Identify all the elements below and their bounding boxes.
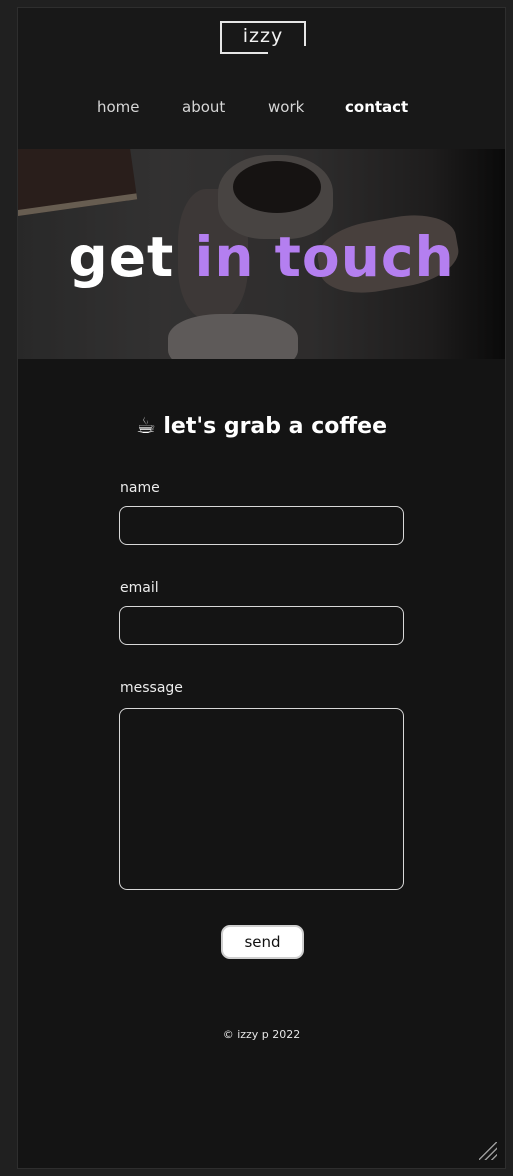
contact-section: ☕ let's grab a coffee name email message…	[18, 359, 505, 1170]
logo-text: izzy	[242, 25, 284, 47]
message-label: message	[120, 680, 183, 696]
send-button[interactable]: send	[221, 925, 304, 959]
contact-subtitle: ☕ let's grab a coffee	[135, 414, 388, 439]
hero-title-part1: get	[68, 225, 175, 289]
nav-link-about[interactable]: about	[182, 98, 225, 116]
site-header: izzy home about work contact	[18, 8, 505, 149]
name-input[interactable]	[119, 506, 404, 545]
email-input[interactable]	[119, 606, 404, 645]
hero-banner: get in touch	[18, 149, 505, 359]
message-textarea[interactable]	[119, 708, 404, 890]
name-label: name	[120, 480, 160, 496]
nav-link-home[interactable]: home	[97, 98, 140, 116]
hero-title-part2: in touch	[194, 225, 455, 289]
site-logo[interactable]: izzy	[220, 21, 306, 54]
nav-link-work[interactable]: work	[268, 98, 304, 116]
logo-bracket-right	[304, 21, 306, 46]
nav-link-contact[interactable]: contact	[345, 98, 408, 116]
hero-title: get in touch	[18, 225, 505, 289]
email-label: email	[120, 580, 159, 596]
main-nav: home about work contact	[18, 98, 505, 122]
browser-viewport: izzy home about work contact get in touc…	[17, 7, 506, 1169]
resize-handle-icon[interactable]	[479, 1142, 497, 1160]
logo-bracket-top	[220, 21, 304, 23]
logo-bracket-left	[220, 21, 222, 53]
logo-bracket-bottom	[220, 52, 268, 54]
site-footer: © izzy p 2022	[222, 1028, 301, 1041]
